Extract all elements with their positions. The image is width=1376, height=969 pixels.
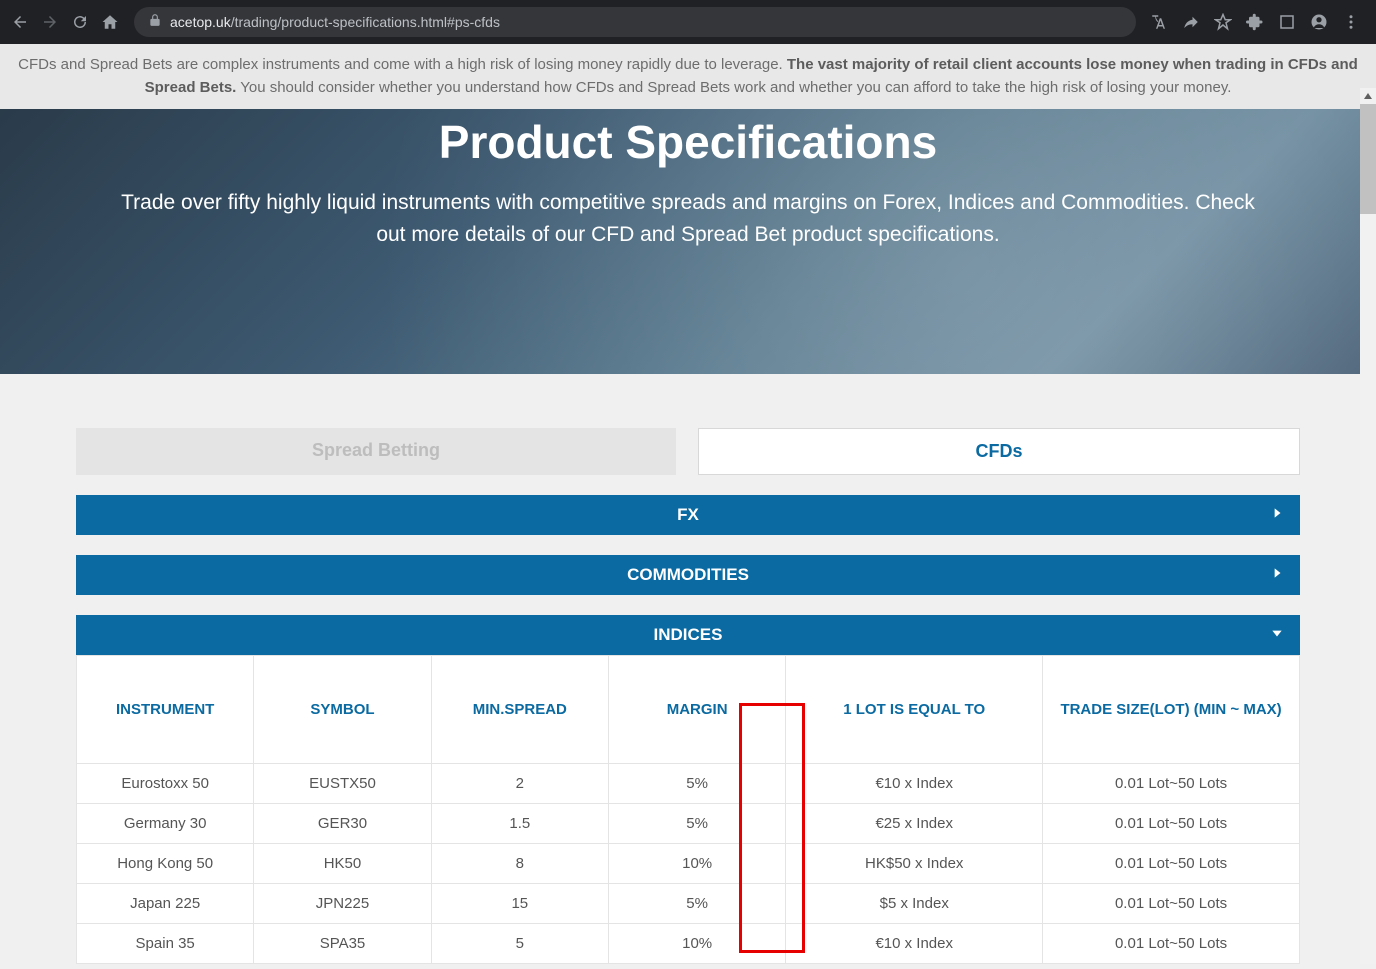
page-title: Product Specifications [120,115,1256,169]
warning-text-2: You should consider whether you understa… [240,79,1231,96]
page-content: CFDs and Spread Bets are complex instrum… [0,44,1376,964]
back-button[interactable] [8,10,32,34]
cell-min_spread: 5 [431,924,608,964]
cell-instrument: Germany 30 [77,804,254,844]
home-button[interactable] [98,10,122,34]
col-symbol: SYMBOL [254,656,431,764]
url-text: acetop.uk/trading/product-specifications… [170,14,500,30]
accordion-indices-label: INDICES [654,625,723,645]
col-trade-size: TRADE SIZE(LOT) (MIN ~ MAX) [1043,656,1300,764]
cell-lot_equal: HK$50 x Index [786,844,1043,884]
table-row: Hong Kong 50HK50810%HK$50 x Index0.01 Lo… [77,844,1300,884]
main-content: Spread Betting CFDs FX COMMODITIES INDIC… [0,374,1376,964]
cell-min_spread: 1.5 [431,804,608,844]
indices-table: INSTRUMENT SYMBOL MIN.SPREAD MARGIN 1 LO… [76,655,1300,964]
cell-trade_size: 0.01 Lot~50 Lots [1043,844,1300,884]
cell-trade_size: 0.01 Lot~50 Lots [1043,764,1300,804]
cell-lot_equal: €10 x Index [786,764,1043,804]
cell-lot_equal: €10 x Index [786,924,1043,964]
chevron-right-icon [1270,565,1284,585]
lock-icon [148,13,162,32]
scrollbar-thumb[interactable] [1360,104,1376,214]
forward-button[interactable] [38,10,62,34]
table-row: Germany 30GER301.55%€25 x Index0.01 Lot~… [77,804,1300,844]
tab-spread-betting[interactable]: Spread Betting [76,428,676,475]
cell-trade_size: 0.01 Lot~50 Lots [1043,924,1300,964]
table-header-row: INSTRUMENT SYMBOL MIN.SPREAD MARGIN 1 LO… [77,656,1300,764]
chevron-down-icon [1270,625,1284,645]
menu-icon[interactable] [1340,10,1362,34]
cell-instrument: Japan 225 [77,884,254,924]
cell-instrument: Eurostoxx 50 [77,764,254,804]
table-row: Spain 35SPA35510%€10 x Index0.01 Lot~50 … [77,924,1300,964]
cell-lot_equal: €25 x Index [786,804,1043,844]
scrollbar[interactable] [1360,88,1376,964]
cell-instrument: Spain 35 [77,924,254,964]
cell-symbol: EUSTX50 [254,764,431,804]
cell-min_spread: 15 [431,884,608,924]
table-row: Japan 225JPN225155%$5 x Index0.01 Lot~50… [77,884,1300,924]
cell-symbol: HK50 [254,844,431,884]
panel-icon[interactable] [1276,10,1298,34]
cell-min_spread: 2 [431,764,608,804]
star-icon[interactable] [1212,10,1234,34]
scroll-up-icon[interactable] [1360,88,1376,104]
col-min-spread: MIN.SPREAD [431,656,608,764]
hero-section: Product Specifications Trade over fifty … [0,109,1376,374]
table-row: Eurostoxx 50EUSTX5025%€10 x Index0.01 Lo… [77,764,1300,804]
accordion-indices[interactable]: INDICES [76,615,1300,655]
tab-cfds[interactable]: CFDs [698,428,1300,475]
translate-icon[interactable] [1148,10,1170,34]
accordion-commodities-label: COMMODITIES [627,565,749,585]
cell-margin: 10% [608,844,785,884]
accordion-fx-label: FX [677,505,699,525]
cell-margin: 5% [608,884,785,924]
cell-instrument: Hong Kong 50 [77,844,254,884]
accordion-fx[interactable]: FX [76,495,1300,535]
cell-lot_equal: $5 x Index [786,884,1043,924]
extensions-icon[interactable] [1244,10,1266,34]
browser-chrome: acetop.uk/trading/product-specifications… [0,0,1376,44]
product-tabs: Spread Betting CFDs [76,428,1300,475]
risk-warning-banner: CFDs and Spread Bets are complex instrum… [0,44,1376,109]
warning-text-1: CFDs and Spread Bets are complex instrum… [18,56,787,73]
cell-margin: 5% [608,764,785,804]
page-subtitle: Trade over fifty highly liquid instrumen… [120,187,1256,250]
col-lot-equal: 1 LOT IS EQUAL TO [786,656,1043,764]
accordion-commodities[interactable]: COMMODITIES [76,555,1300,595]
cell-margin: 10% [608,924,785,964]
col-margin: MARGIN [608,656,785,764]
cell-trade_size: 0.01 Lot~50 Lots [1043,804,1300,844]
cell-min_spread: 8 [431,844,608,884]
cell-symbol: JPN225 [254,884,431,924]
share-icon[interactable] [1180,10,1202,34]
chevron-right-icon [1270,505,1284,525]
col-instrument: INSTRUMENT [77,656,254,764]
cell-symbol: SPA35 [254,924,431,964]
cell-trade_size: 0.01 Lot~50 Lots [1043,884,1300,924]
cell-symbol: GER30 [254,804,431,844]
profile-icon[interactable] [1308,10,1330,34]
url-bar[interactable]: acetop.uk/trading/product-specifications… [134,7,1136,37]
cell-margin: 5% [608,804,785,844]
browser-right-icons [1148,10,1368,34]
reload-button[interactable] [68,10,92,34]
